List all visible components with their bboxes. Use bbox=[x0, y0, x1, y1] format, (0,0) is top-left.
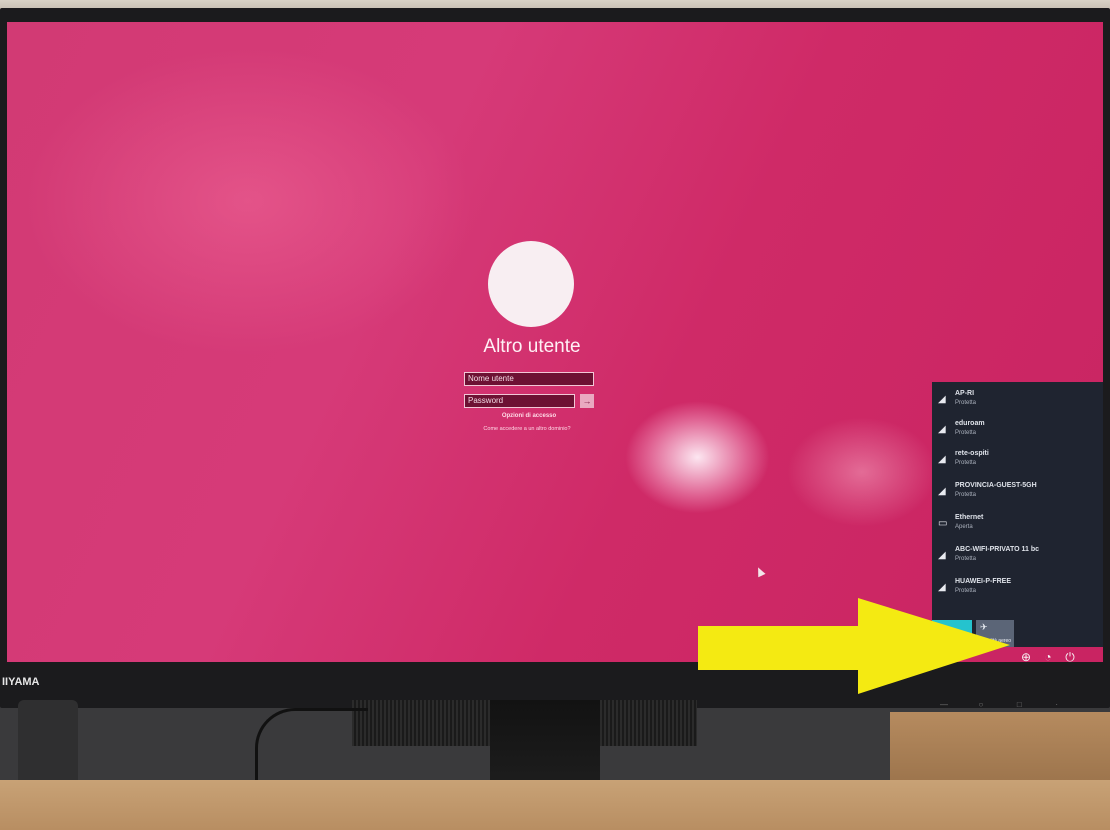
network-name: PROVINCIA-GUEST-5GH bbox=[955, 482, 1037, 489]
wifi-icon: ◢ bbox=[938, 550, 946, 561]
monitor-brand-logo: IIYAMA bbox=[2, 676, 40, 688]
network-status: Protetta bbox=[955, 460, 977, 466]
wifi-icon: ◢ bbox=[938, 582, 946, 593]
mouse-cursor bbox=[754, 565, 766, 578]
network-status: Protetta bbox=[955, 492, 977, 498]
monitor-button: □ bbox=[1016, 700, 1022, 709]
monitor-button: ○ bbox=[978, 700, 984, 709]
network-item[interactable]: ◢ AP-RI Protetta bbox=[938, 390, 1098, 420]
network-name: AP-RI bbox=[955, 390, 975, 397]
network-status: Protetta bbox=[955, 430, 977, 436]
user-avatar bbox=[488, 241, 574, 327]
wifi-icon: ◢ bbox=[938, 394, 946, 405]
network-name: ABC-WIFI-PRIVATO 11 bc bbox=[955, 546, 1040, 553]
signin-options-link[interactable]: Opzioni di accesso bbox=[479, 413, 579, 419]
network-name: HUAWEI-P-FREE bbox=[955, 578, 1011, 585]
desk-surface bbox=[0, 780, 1110, 830]
screen-glare bbox=[787, 417, 937, 527]
monitor-button: · bbox=[1055, 700, 1059, 709]
password-input[interactable]: Password bbox=[464, 394, 575, 408]
network-item[interactable]: ◢ PROVINCIA-GUEST-5GH Protetta bbox=[938, 482, 1098, 512]
monitor-button: — bbox=[940, 700, 948, 709]
network-name: rete-ospiti bbox=[955, 450, 989, 457]
ethernet-icon: ▭ bbox=[938, 518, 948, 529]
yellow-arrow-annotation bbox=[698, 598, 1010, 694]
username-input[interactable]: Nome utente bbox=[464, 372, 594, 386]
submit-arrow-button[interactable]: → bbox=[580, 394, 594, 408]
wifi-icon: ◢ bbox=[938, 424, 946, 435]
network-status: Protetta bbox=[955, 588, 977, 594]
network-name: Ethernet bbox=[955, 514, 984, 521]
network-item[interactable]: ◢ rete-ospiti Protetta bbox=[938, 450, 1098, 480]
wooden-shelf bbox=[890, 712, 1110, 784]
network-item[interactable]: ◢ eduroam Protetta bbox=[938, 420, 1098, 450]
power-icon[interactable]: ⏻ bbox=[1063, 650, 1077, 662]
lock-screen: Altro utente Nome utente Password → Opzi… bbox=[7, 22, 1103, 662]
network-name: eduroam bbox=[955, 420, 985, 427]
wifi-icon: ◢ bbox=[938, 454, 946, 465]
ease-of-access-icon[interactable]: ◔ bbox=[1041, 650, 1055, 662]
network-status: Protetta bbox=[955, 400, 977, 406]
wifi-icon: ◢ bbox=[938, 486, 946, 497]
network-item[interactable]: ◢ ABC-WIFI-PRIVATO 11 bc Protetta bbox=[938, 546, 1098, 576]
network-status: Aperta bbox=[955, 524, 973, 530]
other-domain-link[interactable]: Come accedere a un altro dominio? bbox=[462, 426, 592, 432]
network-status: Protetta bbox=[955, 556, 977, 562]
username-title: Altro utente bbox=[483, 336, 581, 357]
network-item[interactable]: ▭ Ethernet Aperta bbox=[938, 514, 1098, 544]
